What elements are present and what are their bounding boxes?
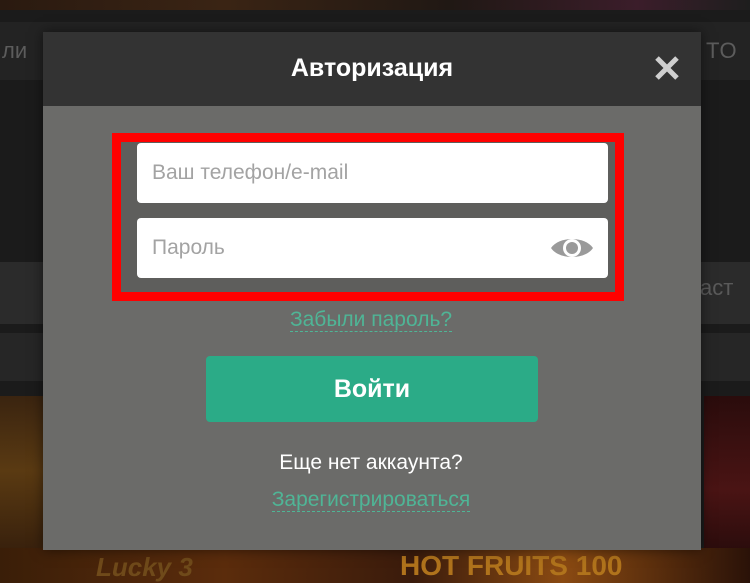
- background-game-logo-lucky: Lucky 3: [96, 552, 193, 582]
- eye-icon: [551, 239, 593, 257]
- background-game-logo-hot-fruits: HOT FRUITS 100: [400, 550, 623, 581]
- email-field-wrapper: [137, 143, 608, 203]
- forgot-password-link[interactable]: Забыли пароль?: [0, 308, 742, 332]
- login-button[interactable]: Войти: [206, 356, 538, 422]
- modal-header: Авторизация: [43, 32, 701, 106]
- password-field[interactable]: [137, 218, 608, 278]
- close-button[interactable]: [651, 52, 683, 84]
- email-field[interactable]: [137, 143, 608, 203]
- show-password-button[interactable]: [549, 232, 595, 264]
- background-banner: [0, 0, 750, 10]
- password-field-wrapper: [137, 218, 608, 278]
- modal-title: Авторизация: [290, 54, 454, 82]
- close-icon: [655, 56, 679, 80]
- register-label: Зарегистрироваться: [271, 488, 471, 512]
- register-link[interactable]: Зарегистрироваться: [0, 488, 742, 512]
- no-account-text: Еще нет аккаунта?: [279, 451, 463, 474]
- forgot-password-label: Забыли пароль?: [289, 308, 453, 332]
- background-nav-left-text: ли: [2, 38, 28, 63]
- background-nav-right-text: ТО: [706, 38, 738, 63]
- background-band-right-text: аст: [700, 275, 734, 300]
